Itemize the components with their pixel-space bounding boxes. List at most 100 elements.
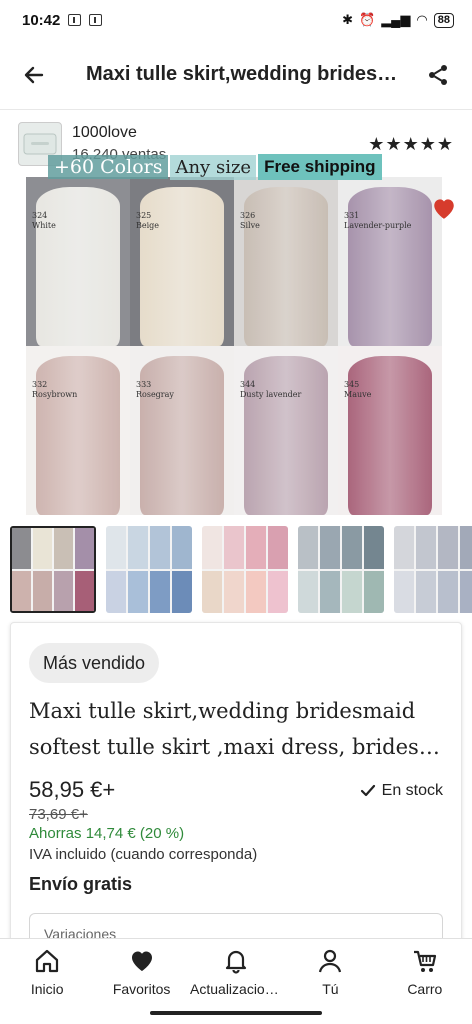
skirt-color-code: 345 (344, 380, 360, 389)
skirt-color-label: 332 Rosybrown (32, 380, 77, 400)
bestseller-badge: Más vendido (29, 643, 160, 683)
nav-label: Tú (322, 981, 339, 997)
sim-icon (89, 14, 103, 26)
thumbnail-swatch (12, 528, 31, 569)
cart-icon (413, 950, 436, 972)
skirt-swatch: 331 Lavender-purple (338, 177, 442, 346)
thumbnail-swatch (298, 570, 318, 613)
savings-text: Ahorras 14,74 € (20 %) (29, 825, 185, 842)
skirt-color-code: 331 (344, 211, 360, 220)
sim-icon (68, 14, 82, 26)
bluetooth-icon: ✱ (342, 12, 353, 27)
nav-home[interactable]: Inicio (0, 939, 94, 1004)
overlay-size-text: Any size (170, 154, 257, 180)
thumbnail-swatch (416, 570, 436, 613)
skirt-color-code: 325 (136, 211, 152, 220)
image-overlay-banner: +60 Colors Any size Free shipping (48, 152, 428, 182)
skirt-color-label: 333 Rosegray (136, 380, 174, 400)
skirt-color-label: 331 Lavender-purple (344, 211, 411, 231)
thumbnail-swatch (128, 570, 148, 613)
thumbnail-swatch (33, 528, 52, 569)
star-icon: ★ (402, 133, 420, 154)
main-product-image[interactable]: 324 White 325 Beige 326 Silve 331 Lavender-purp… (26, 177, 442, 515)
favorite-heart-button[interactable] (431, 196, 457, 225)
thumbnail-swatch (460, 526, 472, 569)
nav-favorites[interactable]: Favoritos (94, 939, 188, 1004)
alarm-icon: ⏰ (359, 12, 376, 27)
skirt-swatch: 326 Silve (234, 177, 338, 346)
thumbnail-swatch (320, 526, 340, 569)
thumbnail-swatch (12, 570, 31, 611)
product-details-card: Más vendido Maxi tulle skirt,wedding bri… (10, 622, 462, 962)
thumbnail-swatch (75, 570, 94, 611)
skirt-swatch: 332 Rosybrown (26, 346, 130, 515)
skirt-color-name: Rosybrown (32, 390, 78, 399)
nav-cart[interactable]: Carro (378, 939, 472, 1004)
thumbnail-swatch (268, 570, 288, 613)
product-title-line: softest tulle skirt ,maxi dress, bridesm… (29, 735, 449, 759)
overlay-colors-text: +60 Colors (48, 155, 169, 179)
skirt-color-code: 344 (240, 380, 256, 389)
product-title: Maxi tulle skirt,wedding bridesmaid soft… (29, 693, 449, 765)
heart-filled-icon (434, 199, 454, 219)
checkmark-icon (360, 784, 375, 797)
skirt-color-label: 344 Dusty lavender (240, 380, 301, 400)
star-icon: ★ (436, 133, 454, 154)
skirt-color-label: 326 Silve (240, 211, 260, 231)
thumbnail[interactable] (106, 526, 192, 613)
skirt-color-name: Lavender-purple (344, 221, 412, 230)
stock-status: En stock (360, 782, 443, 800)
skirt-swatch: 344 Dusty lavender (234, 346, 338, 515)
thumbnail-swatch (54, 528, 73, 569)
shop-name[interactable]: 1000love (72, 122, 166, 144)
thumbnail-swatch (33, 570, 52, 611)
thumbnail-swatch (106, 526, 126, 569)
user-icon (319, 949, 342, 973)
thumbnail-swatch (128, 526, 148, 569)
free-shipping-label: Envío gratis (29, 874, 133, 894)
thumbnail[interactable] (298, 526, 384, 613)
nav-label: Carro (407, 981, 443, 997)
heart-icon (131, 951, 152, 971)
thumbnail-swatch (172, 570, 192, 613)
thumbnail-swatch (394, 570, 414, 613)
skirt-color-code: 332 (32, 380, 48, 389)
thumbnail-swatch (460, 570, 472, 613)
status-time: 10:42 (22, 11, 61, 29)
skirt-color-name: Dusty lavender (240, 390, 302, 399)
skirt-color-name: Beige (136, 221, 160, 230)
thumbnail-swatch (364, 570, 384, 613)
thumbnail[interactable] (394, 526, 472, 613)
nav-updates[interactable]: Actualizaciones (189, 939, 283, 1004)
back-button[interactable] (18, 59, 50, 91)
skirt-swatch: 324 White (26, 177, 130, 346)
page-title: Maxi tulle skirt,wedding bridesmaid soft… (86, 63, 412, 85)
thumbnail-swatch (202, 526, 222, 569)
thumbnail[interactable] (202, 526, 288, 613)
skirt-color-label: 324 White (32, 211, 56, 231)
thumbnail-swatch (342, 570, 362, 613)
skirt-color-label: 345 Mauve (344, 380, 371, 400)
skirt-color-name: Rosegray (136, 390, 174, 399)
thumbnail-strip[interactable] (10, 526, 472, 613)
star-icon: ★ (385, 133, 403, 154)
thumbnail-swatch (172, 526, 192, 569)
product-title-line: Maxi tulle skirt,wedding bridesmaid (29, 699, 416, 723)
vat-note: IVA incluido (cuando corresponda) (29, 846, 258, 863)
thumbnail[interactable] (10, 526, 96, 613)
thumbnail-swatch (224, 570, 244, 613)
app-header: Maxi tulle skirt,wedding bridesmaid soft… (0, 40, 472, 110)
thumbnail-swatch (364, 526, 384, 569)
skirt-color-code: 326 (240, 211, 256, 220)
status-icons: ✱ ⏰ ▂▄▆ ◠ 88 (342, 12, 454, 28)
thumbnail-swatch (224, 526, 244, 569)
thumbnail-swatch (75, 528, 94, 569)
bottom-navigation: Inicio Favoritos Actualizaciones Tú Carr… (0, 938, 472, 1004)
skirt-color-code: 324 (32, 211, 48, 220)
signal-icon: ▂▄▆ (381, 12, 411, 27)
nav-you[interactable]: Tú (283, 939, 377, 1004)
thumbnail-swatch (106, 570, 126, 613)
wifi-icon: ◠ (416, 12, 428, 27)
gesture-bar[interactable] (150, 1011, 322, 1015)
share-button[interactable] (422, 59, 454, 91)
